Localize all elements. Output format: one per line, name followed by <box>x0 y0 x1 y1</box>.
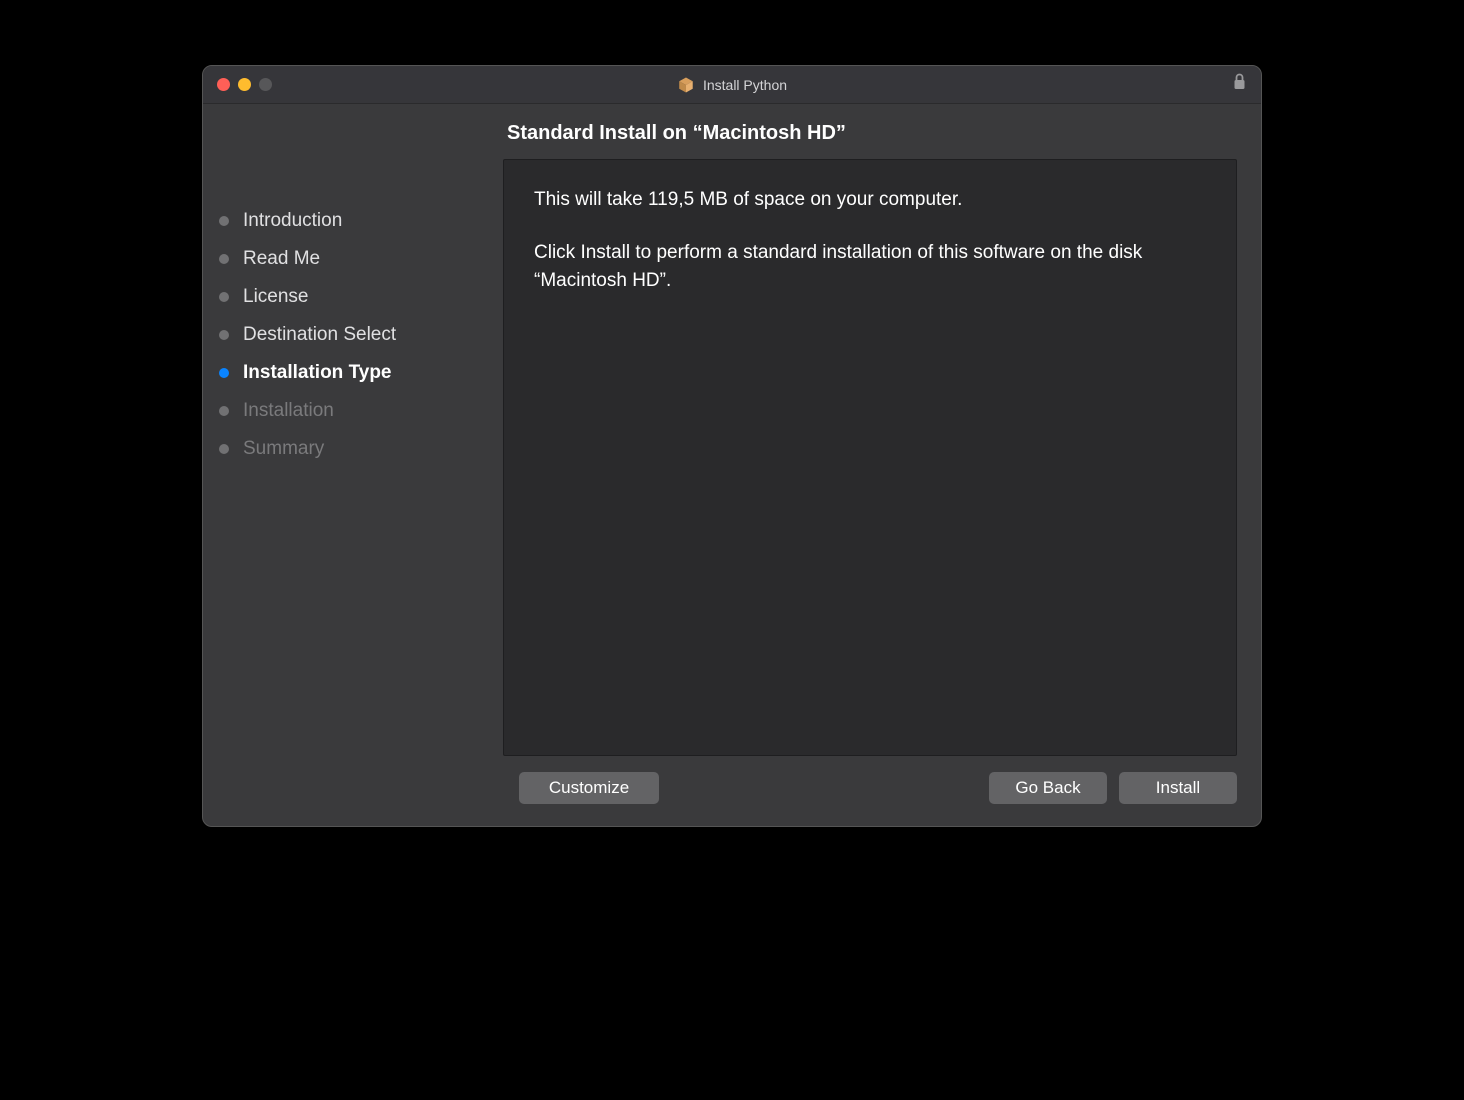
window-title: Install Python <box>703 77 787 93</box>
lock-icon[interactable] <box>1232 73 1247 96</box>
sidebar-item-installation-type: Installation Type <box>219 354 503 392</box>
sidebar-item-label: Introduction <box>243 210 342 232</box>
space-info-text: This will take 119,5 MB of space on your… <box>534 186 1206 215</box>
sidebar-item-label: Read Me <box>243 248 320 270</box>
bullet-icon <box>219 292 229 302</box>
close-button[interactable] <box>217 78 230 91</box>
sidebar-item-label: Destination Select <box>243 324 396 346</box>
bullet-icon <box>219 444 229 454</box>
go-back-button[interactable]: Go Back <box>989 772 1107 804</box>
bullet-icon <box>219 254 229 264</box>
bullet-icon <box>219 216 229 226</box>
bullet-icon <box>219 406 229 416</box>
install-button[interactable]: Install <box>1119 772 1237 804</box>
right-panel: Standard Install on “Macintosh HD” This … <box>503 104 1261 772</box>
button-bar: Customize Go Back Install <box>203 772 1261 826</box>
bullet-icon <box>219 368 229 378</box>
sidebar: Introduction Read Me License Destination… <box>203 104 503 772</box>
content-box: This will take 119,5 MB of space on your… <box>503 159 1237 756</box>
spacer <box>671 772 977 804</box>
sidebar-item-label: Installation <box>243 400 334 422</box>
install-instruction-text: Click Install to perform a standard inst… <box>534 239 1206 296</box>
panel-heading: Standard Install on “Macintosh HD” <box>503 122 1237 159</box>
minimize-button[interactable] <box>238 78 251 91</box>
traffic-lights <box>203 78 272 91</box>
sidebar-item-summary: Summary <box>219 430 503 468</box>
sidebar-item-label: License <box>243 286 309 308</box>
sidebar-item-introduction: Introduction <box>219 202 503 240</box>
sidebar-item-license: License <box>219 278 503 316</box>
sidebar-item-label: Installation Type <box>243 362 392 384</box>
content-area: Introduction Read Me License Destination… <box>203 104 1261 826</box>
main-area: Introduction Read Me License Destination… <box>203 104 1261 772</box>
package-icon <box>677 76 695 94</box>
sidebar-item-destination: Destination Select <box>219 316 503 354</box>
installer-window: Install Python Introduction Read Me <box>202 65 1262 827</box>
bullet-icon <box>219 330 229 340</box>
window-title-container: Install Python <box>677 76 787 94</box>
maximize-button[interactable] <box>259 78 272 91</box>
titlebar: Install Python <box>203 66 1261 104</box>
customize-button[interactable]: Customize <box>519 772 659 804</box>
sidebar-item-label: Summary <box>243 438 324 460</box>
sidebar-item-readme: Read Me <box>219 240 503 278</box>
sidebar-item-installation: Installation <box>219 392 503 430</box>
